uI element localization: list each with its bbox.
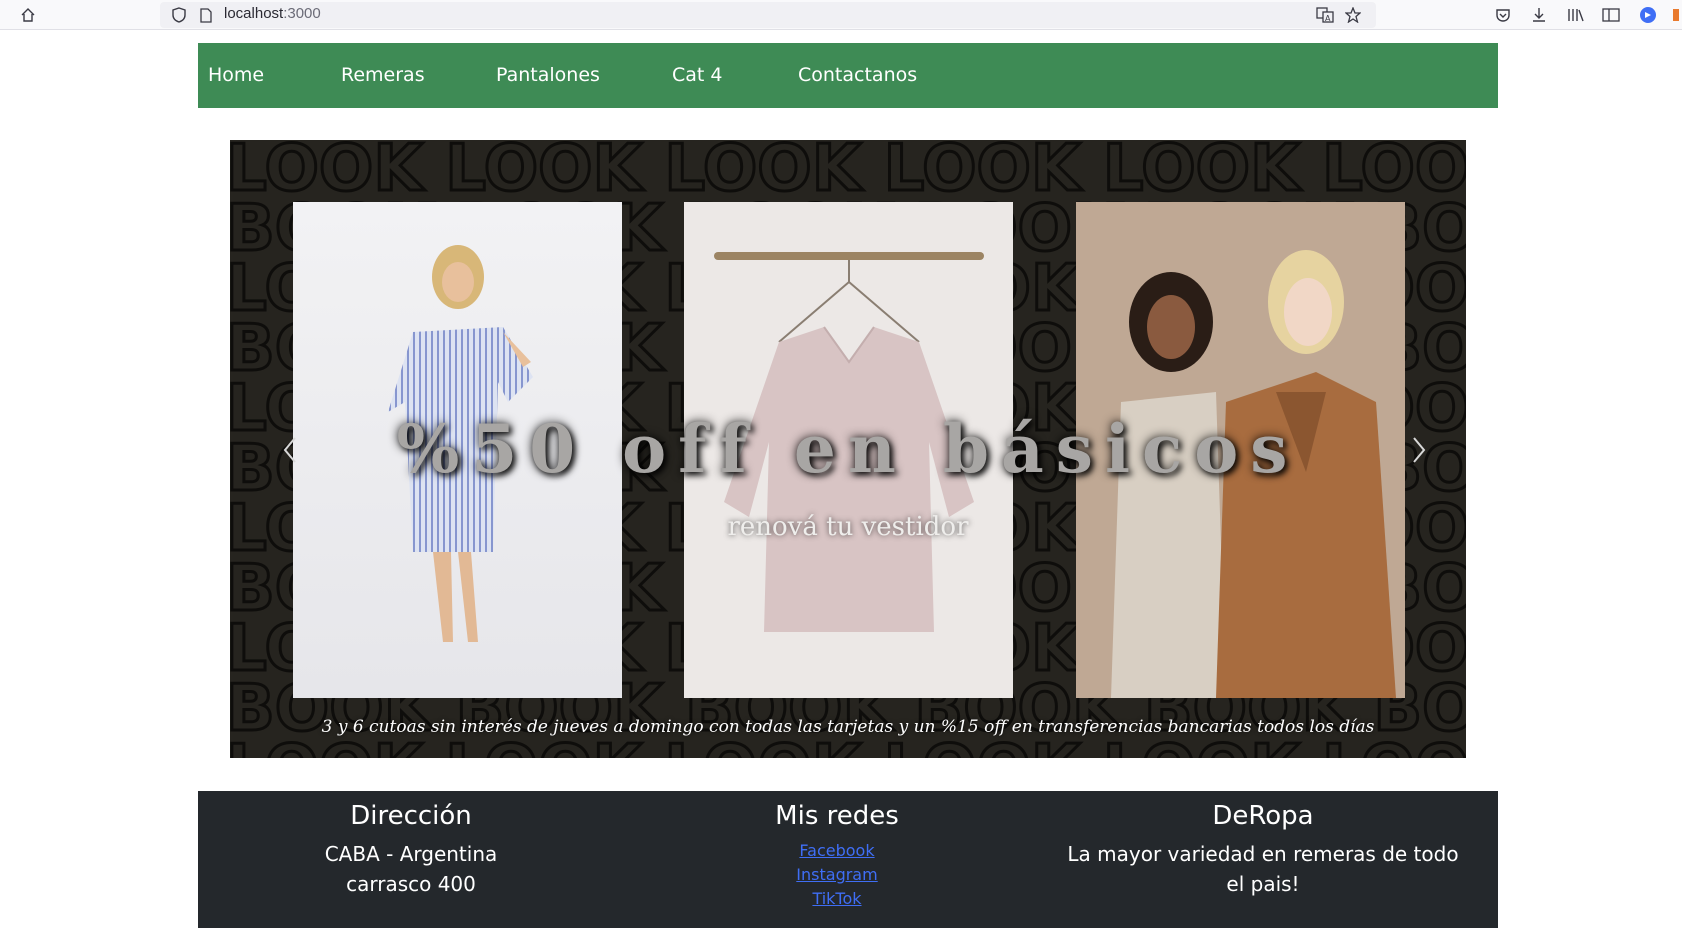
footer-address-column: Dirección CABA - Argentina carrasco 400	[198, 791, 624, 899]
library-icon[interactable]	[1564, 4, 1588, 26]
nav-cat4-link[interactable]: Cat 4	[672, 64, 723, 86]
footer-address-line2: carrasco 400	[346, 872, 476, 896]
overflow-icon[interactable]	[1666, 4, 1682, 26]
carousel-promo-text: 3 y 6 cutoas sin interés de jueves a dom…	[321, 717, 1375, 737]
footer-brand-line1: La mayor variedad en remeras de todo	[1067, 842, 1459, 866]
url-port: :3000	[283, 5, 321, 22]
pocket-icon[interactable]	[1491, 4, 1515, 26]
footer-brand-heading: DeRopa	[1212, 801, 1314, 831]
instagram-link[interactable]: Instagram	[624, 863, 1050, 887]
address-bar[interactable]	[160, 2, 1376, 28]
nav-contactanos-link[interactable]: Contactanos	[798, 64, 917, 86]
url-text[interactable]: localhost:3000	[224, 5, 321, 22]
nav-home-link[interactable]: Home	[208, 64, 264, 86]
download-icon[interactable]	[1527, 4, 1551, 26]
tiktok-link[interactable]: TikTok	[624, 887, 1050, 911]
bookmark-star-icon[interactable]	[1341, 4, 1365, 26]
profile-icon[interactable]	[1636, 4, 1660, 26]
site-footer: Dirección CABA - Argentina carrasco 400 …	[198, 791, 1498, 928]
footer-brand-line2: el pais!	[1226, 872, 1300, 896]
sidebar-icon[interactable]	[1599, 4, 1623, 26]
carousel-caption-title: %50 off en básicos	[396, 410, 1300, 488]
footer-brand-column: DeRopa La mayor variedad en remeras de t…	[1050, 791, 1476, 899]
svg-text:A: A	[1325, 14, 1331, 23]
shield-icon[interactable]	[167, 4, 191, 26]
footer-social-column: Mis redes Facebook Instagram TikTok	[624, 791, 1050, 911]
footer-social-heading: Mis redes	[775, 801, 899, 831]
page: Home Remeras Pantalones Cat 4 Contactano…	[0, 31, 1682, 933]
home-icon[interactable]	[16, 4, 40, 26]
footer-address-heading: Dirección	[350, 801, 472, 831]
browser-toolbar: localhost:3000 A	[0, 0, 1682, 30]
url-host: localhost	[224, 5, 284, 22]
carousel-caption-subtitle: renová tu vestidor	[727, 512, 969, 542]
hero-carousel: LOOK LOOK LOOK LOOK LOOK LOOK LOOK LOOK …	[230, 140, 1466, 758]
nav-remeras-link[interactable]: Remeras	[341, 64, 425, 86]
facebook-link[interactable]: Facebook	[624, 839, 1050, 863]
translate-icon[interactable]: A	[1313, 4, 1337, 26]
footer-address-line1: CABA - Argentina	[324, 842, 498, 866]
main-navbar: Home Remeras Pantalones Cat 4 Contactano…	[198, 43, 1498, 108]
page-icon	[194, 4, 218, 26]
nav-pantalones-link[interactable]: Pantalones	[496, 64, 600, 86]
